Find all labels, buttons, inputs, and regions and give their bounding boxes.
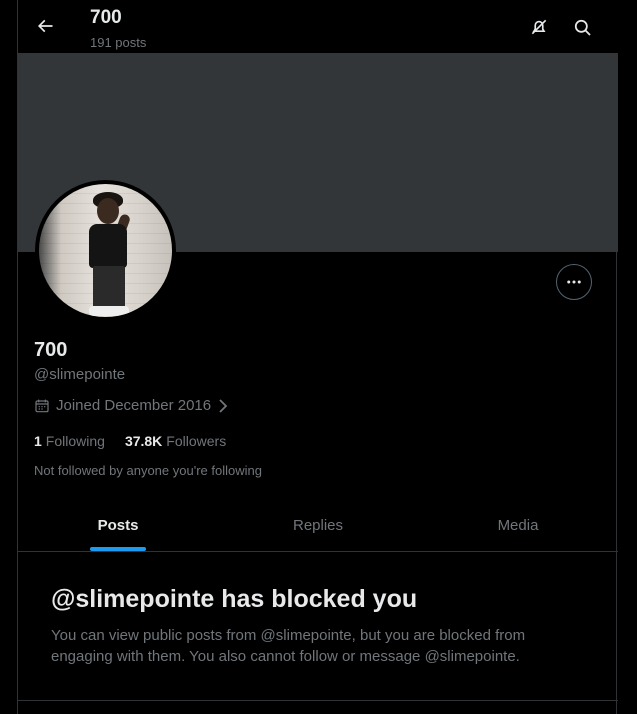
tab-replies[interactable]: Replies [218,500,418,551]
blocked-title: @slimepointe has blocked you [51,585,418,613]
notifications-off-icon [529,17,549,37]
divider [18,700,618,701]
followers-count: 37.8K [124,433,163,449]
header-title: 700 [90,7,122,28]
more-horizontal-icon [565,273,583,291]
search-icon [573,18,592,37]
back-button[interactable] [30,11,60,41]
back-arrow-icon [35,16,55,36]
tab-posts-label: Posts [97,517,139,534]
calendar-icon [34,398,50,414]
notifications-toggle-button[interactable] [525,13,553,41]
tab-replies-label: Replies [292,517,344,534]
followed-by-note: Not followed by anyone you're following [34,463,262,478]
avatar-photo [39,184,172,317]
search-button[interactable] [568,13,596,41]
follow-stats: 1 Following 37.8K Followers [34,433,226,449]
more-options-button[interactable] [556,264,592,300]
joined-date[interactable]: Joined December 2016 [34,397,229,414]
avatar[interactable] [35,180,176,321]
chevron-right-icon [217,398,229,414]
top-bar: 700 191 posts [18,0,618,53]
active-tab-indicator [90,547,146,551]
profile-name: 700 [34,339,68,361]
followers-link[interactable]: 37.8K Followers [125,433,226,449]
header-post-count: 191 posts [90,35,147,50]
tab-media[interactable]: Media [418,500,618,551]
tab-media-label: Media [497,517,539,534]
profile-handle: @slimepointe [34,366,126,383]
tab-posts[interactable]: Posts [18,500,218,551]
joined-label: Joined December 2016 [56,397,212,414]
profile-column: 700 191 posts 700 @slimepointe Joined De… [17,0,618,714]
following-link[interactable]: 1 Following [34,433,105,449]
following-count: 1 [34,433,42,449]
profile-tabs: Posts Replies Media [18,500,618,552]
followers-label: Followers [166,433,227,449]
blocked-description: You can view public posts from @slimepoi… [51,627,526,665]
following-label: Following [45,433,105,449]
